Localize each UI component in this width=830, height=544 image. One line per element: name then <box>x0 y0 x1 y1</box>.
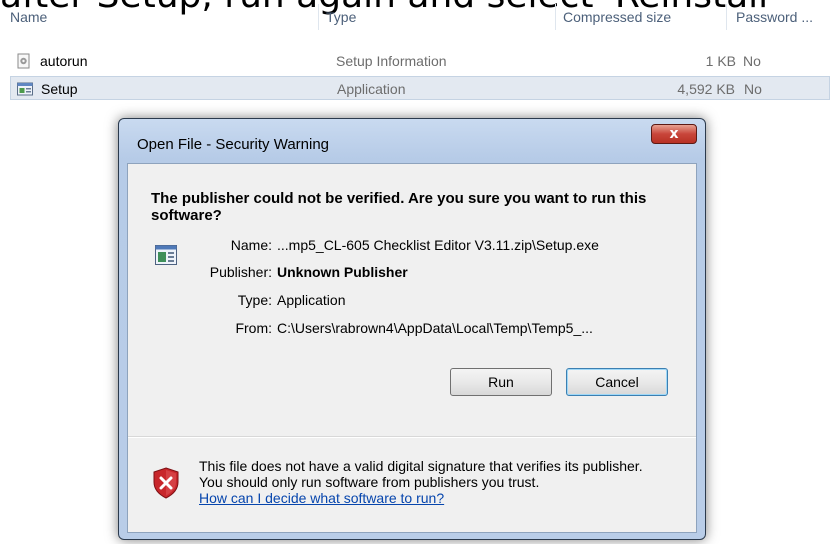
file-type: Setup Information <box>336 53 447 69</box>
application-icon <box>17 82 33 96</box>
column-separator[interactable] <box>555 4 556 30</box>
column-header-type[interactable]: Type <box>326 9 356 25</box>
dialog-title: Open File - Security Warning <box>137 136 330 153</box>
type-label: Type: <box>237 292 272 308</box>
cancel-button[interactable]: Cancel <box>566 368 668 396</box>
warning-text: This file does not have a valid digital … <box>199 458 643 490</box>
file-password: No <box>744 81 762 97</box>
column-header-compressed-size[interactable]: Compressed size <box>563 9 671 25</box>
file-name: Setup <box>41 81 78 97</box>
dialog-heading: The publisher could not be verified. Are… <box>151 190 647 224</box>
from-label: From: <box>235 320 272 336</box>
run-button[interactable]: Run <box>450 368 552 396</box>
column-separator[interactable] <box>726 4 727 30</box>
file-row-setup[interactable]: Setup Application 4,592 KB No <box>10 76 830 100</box>
name-label: Name: <box>230 237 272 253</box>
column-separator[interactable] <box>318 4 319 30</box>
file-type: Application <box>337 81 406 97</box>
security-warning-dialog: Open File - Security Warning x The publi… <box>118 118 706 540</box>
column-header-bar: Name Type Compressed size Password ... <box>0 0 830 30</box>
type-value: Application <box>277 292 346 308</box>
file-size: 1 KB <box>705 53 736 69</box>
publisher-label: Publisher: <box>209 264 272 280</box>
settings-file-icon <box>17 53 30 69</box>
close-button[interactable]: x <box>651 124 697 144</box>
divider <box>128 437 696 438</box>
file-row-autorun[interactable]: autorun Setup Information 1 KB No <box>10 49 830 73</box>
dialog-client-area: The publisher could not be verified. Are… <box>127 163 697 533</box>
warning-message: This file does not have a valid digital … <box>199 458 669 506</box>
name-value: ...mp5_CL-605 Checklist Editor V3.11.zip… <box>277 237 599 253</box>
publisher-value: Unknown Publisher <box>277 264 408 280</box>
help-link[interactable]: How can I decide what software to run? <box>199 490 444 506</box>
file-password: No <box>743 53 761 69</box>
file-name: autorun <box>40 53 88 69</box>
column-header-name[interactable]: Name <box>10 9 47 25</box>
from-value[interactable]: C:\Users\rabrown4\AppData\Local\Temp\Tem… <box>277 320 593 336</box>
file-size: 4,592 KB <box>677 81 735 97</box>
shield-error-icon <box>153 467 179 499</box>
column-header-password[interactable]: Password ... <box>736 9 813 25</box>
